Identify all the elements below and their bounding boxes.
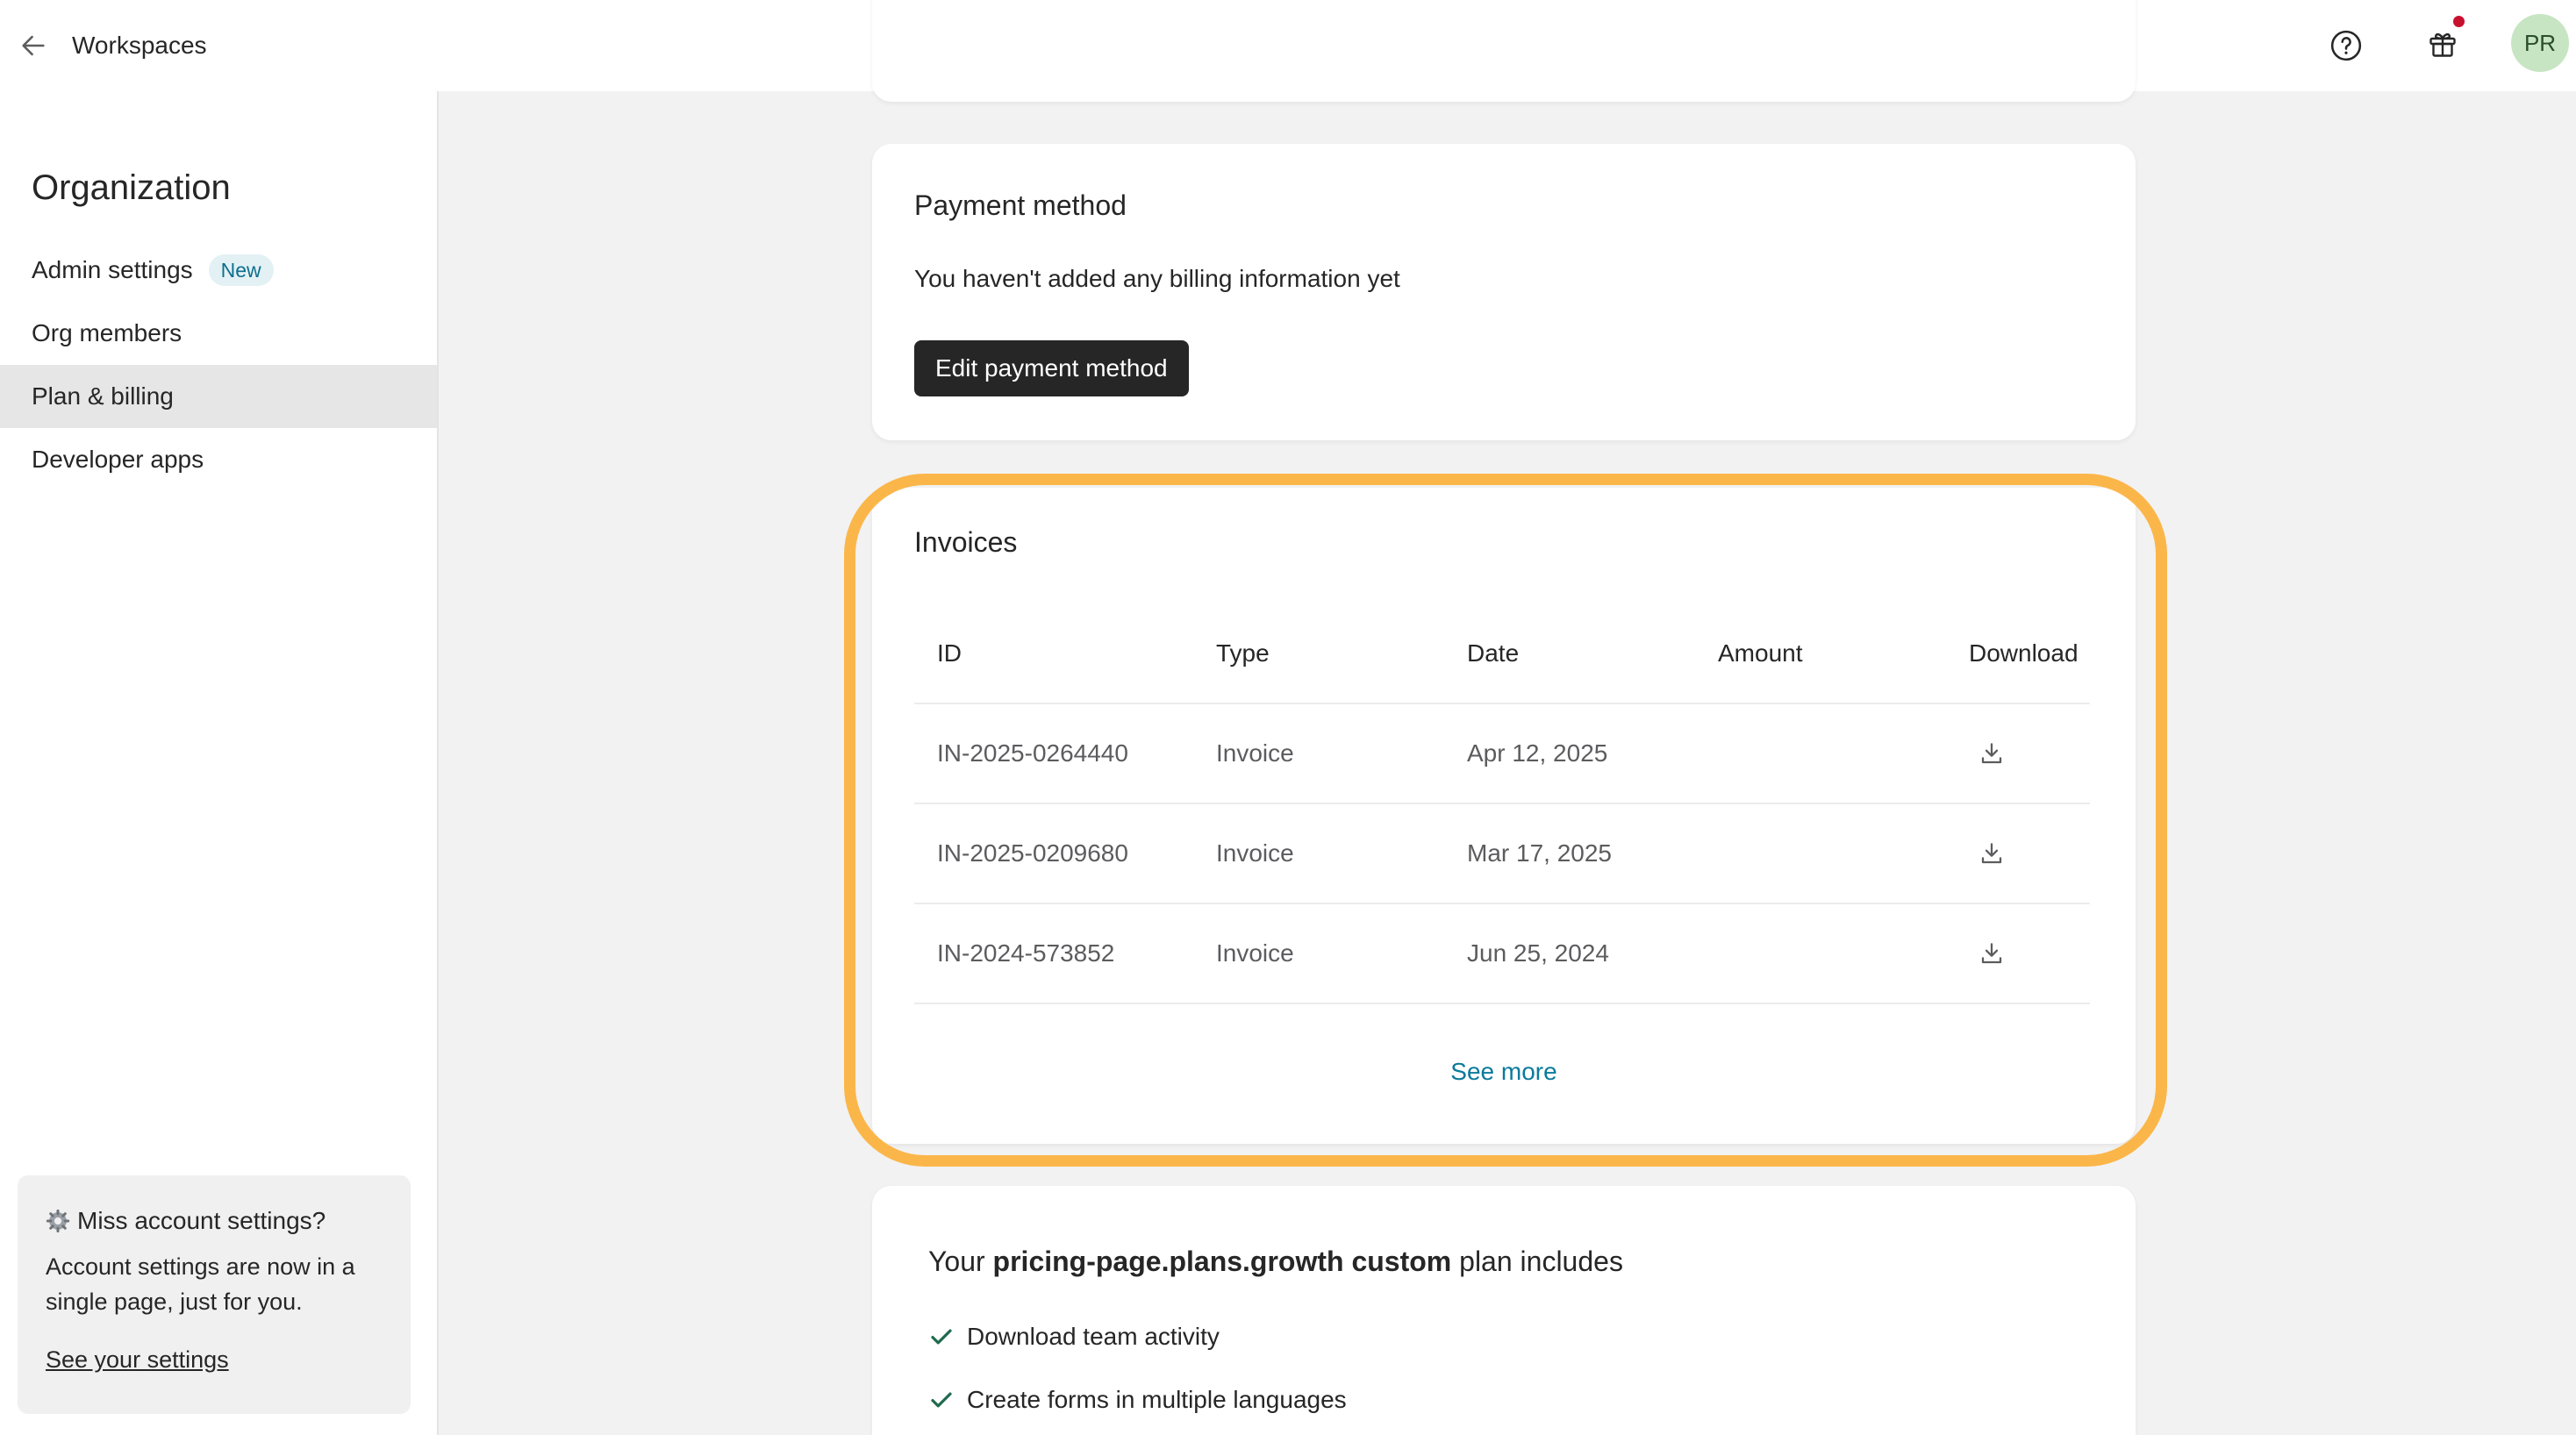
sidebar: Organization Admin settings New Org memb…: [0, 91, 439, 1435]
column-header-download: Download: [1969, 639, 2079, 667]
invoice-type: Invoice: [1193, 803, 1444, 903]
invoice-type: Invoice: [1193, 903, 1444, 1004]
plan-feature: Create forms in multiple languages: [928, 1382, 1347, 1417]
notice-title: Miss account settings?: [77, 1207, 326, 1234]
sidebar-item-label: Plan & billing: [32, 382, 174, 410]
gear-icon: [46, 1209, 70, 1233]
column-header-amount: Amount: [1718, 639, 1803, 667]
check-icon: [928, 1324, 955, 1350]
workspaces-link[interactable]: Workspaces: [72, 28, 207, 63]
plan-heading: Your pricing-page.plans.growth custom pl…: [928, 1242, 1623, 1281]
download-icon[interactable]: [1972, 934, 2011, 973]
sidebar-item-plan-billing[interactable]: Plan & billing: [0, 365, 437, 428]
invoice-id: IN-2024-573852: [914, 903, 1193, 1004]
invoice-amount: [1695, 903, 1946, 1004]
new-badge: New: [208, 254, 274, 286]
table-row: IN-2024-573852 Invoice Jun 25, 2024: [914, 903, 2090, 1004]
notification-dot: [2453, 16, 2465, 27]
invoice-amount: [1695, 803, 1946, 903]
sidebar-item-label: Admin settings: [32, 256, 193, 283]
invoice-download-cell: [1946, 903, 2090, 1004]
invoices-title: Invoices: [914, 526, 1018, 558]
back-arrow-icon[interactable]: [12, 25, 54, 67]
invoice-id: IN-2025-0264440: [914, 703, 1193, 803]
sidebar-title: Organization: [32, 168, 231, 207]
help-icon[interactable]: [2323, 23, 2369, 68]
table-row: IN-2025-0264440 Invoice Apr 12, 2025: [914, 703, 2090, 803]
payment-method-title: Payment method: [914, 189, 1127, 221]
plan-heading-suffix: plan includes: [1459, 1246, 1623, 1277]
payment-method-card: Payment method You haven't added any bil…: [872, 144, 2136, 440]
column-header-date: Date: [1467, 639, 1520, 667]
plan-feature: Download team activity: [928, 1319, 1220, 1354]
previous-card: [872, 0, 2136, 102]
download-icon[interactable]: [1972, 734, 2011, 773]
check-icon: [928, 1387, 955, 1413]
invoice-id: IN-2025-0209680: [914, 803, 1193, 903]
account-settings-notice: Miss account settings? Account settings …: [18, 1175, 411, 1414]
invoice-date: Apr 12, 2025: [1444, 703, 1695, 803]
notice-body: Account settings are now in a single pag…: [46, 1253, 355, 1315]
plan-name: pricing-page.plans.growth custom: [992, 1246, 1452, 1277]
invoices-table: ID Type Date Amount Download IN-2025-026…: [914, 603, 2090, 1004]
see-your-settings-link[interactable]: See your settings: [46, 1342, 229, 1377]
sidebar-item-label: Developer apps: [32, 446, 204, 473]
column-header-type: Type: [1216, 639, 1270, 667]
table-row: IN-2025-0209680 Invoice Mar 17, 2025: [914, 803, 2090, 903]
plan-heading-prefix: Your: [928, 1246, 985, 1277]
payment-status-text: You haven't added any billing informatio…: [914, 265, 1400, 292]
edit-payment-method-button[interactable]: Edit payment method: [914, 340, 1189, 396]
sidebar-item-developer-apps[interactable]: Developer apps: [0, 428, 437, 491]
column-header-id: ID: [937, 639, 962, 667]
table-header-row: ID Type Date Amount Download: [914, 603, 2090, 703]
invoice-download-cell: [1946, 703, 2090, 803]
notice-title-row: Miss account settings?: [46, 1203, 383, 1239]
see-more-link[interactable]: See more: [872, 1058, 2136, 1086]
download-icon[interactable]: [1972, 834, 2011, 873]
plan-feature-label: Download team activity: [967, 1323, 1220, 1350]
plan-includes-card: Your pricing-page.plans.growth custom pl…: [872, 1186, 2136, 1435]
invoices-card: Invoices ID Type Date Amount Download IN…: [872, 488, 2136, 1144]
sidebar-item-org-members[interactable]: Org members: [0, 302, 437, 365]
plan-feature-label: Create forms in multiple languages: [967, 1386, 1347, 1413]
invoice-type: Invoice: [1193, 703, 1444, 803]
sidebar-item-label: Org members: [32, 319, 182, 346]
invoice-date: Mar 17, 2025: [1444, 803, 1695, 903]
invoice-download-cell: [1946, 803, 2090, 903]
invoice-date: Jun 25, 2024: [1444, 903, 1695, 1004]
sidebar-item-admin-settings[interactable]: Admin settings New: [0, 239, 437, 302]
invoice-amount: [1695, 703, 1946, 803]
avatar[interactable]: PR: [2511, 14, 2569, 72]
